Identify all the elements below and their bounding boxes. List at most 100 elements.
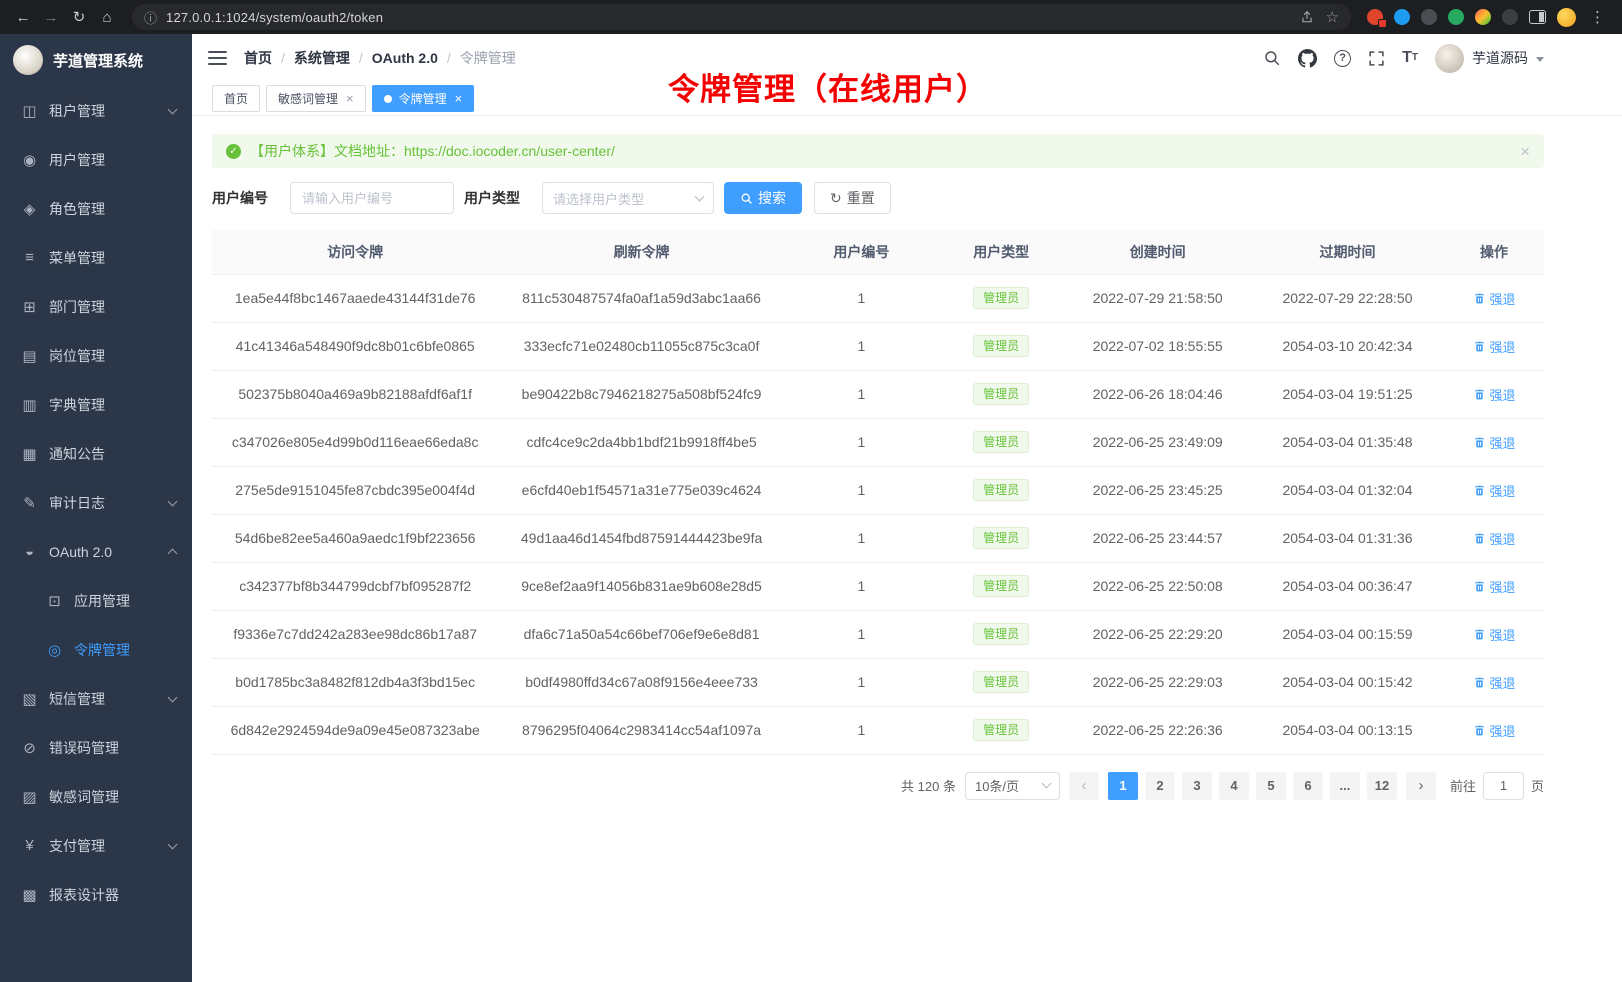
sidebar-item-dept[interactable]: ⊞部门管理	[0, 282, 192, 331]
access-token-cell: 54d6be82ee5a460a9aedc1f9bf223656	[212, 514, 498, 562]
reset-button[interactable]: ↻ 重置	[814, 182, 891, 214]
refresh-token-cell: be90422b8c7946218275a508bf524fc9	[498, 370, 784, 418]
sidebar-item-menu[interactable]: ≡菜单管理	[0, 233, 192, 282]
force-logout-button[interactable]: 强退	[1473, 481, 1516, 500]
sidebar-item-label: 审计日志	[49, 493, 158, 513]
alert-close-icon[interactable]: ×	[1520, 143, 1530, 160]
collapse-sidebar-icon[interactable]	[208, 51, 227, 65]
breadcrumb-item[interactable]: 首页	[244, 48, 272, 68]
force-logout-button[interactable]: 强退	[1473, 529, 1516, 548]
sidebar-item-notice[interactable]: ▦通知公告	[0, 429, 192, 478]
notice-icon: ▦	[21, 445, 38, 463]
fullscreen-icon[interactable]	[1368, 50, 1385, 67]
sidebar-item-dict[interactable]: ▥字典管理	[0, 380, 192, 429]
bookmark-star-icon[interactable]: ☆	[1326, 8, 1339, 26]
sidebar-item-report-designer[interactable]: ▩报表设计器	[0, 870, 192, 919]
sidebar-item-user[interactable]: ◉用户管理	[0, 135, 192, 184]
user-menu[interactable]: 芋道源码	[1435, 44, 1544, 73]
sidebar-item-audit-log[interactable]: ✎ 审计日志	[0, 478, 192, 527]
force-logout-button[interactable]: 强退	[1473, 433, 1516, 452]
sidebar-item-oauth2-token[interactable]: ◎令牌管理	[0, 625, 192, 674]
force-logout-button[interactable]: 强退	[1473, 337, 1516, 356]
sidebar-item-oauth2[interactable]: ◒OAuth 2.0	[0, 527, 192, 576]
role-icon: ◈	[21, 200, 38, 218]
sidebar-item-oauth2-app[interactable]: ⊡应用管理	[0, 576, 192, 625]
extension-icon[interactable]	[1502, 9, 1518, 25]
goto-page-input[interactable]	[1483, 772, 1524, 800]
user-id-input[interactable]	[290, 182, 454, 214]
extension-badge	[1378, 19, 1387, 28]
force-logout-button[interactable]: 强退	[1473, 577, 1516, 596]
tab-close-icon[interactable]: ×	[346, 92, 354, 105]
audit-icon: ✎	[21, 494, 38, 512]
force-logout-button[interactable]: 强退	[1473, 625, 1516, 644]
page-button-2[interactable]: 2	[1145, 772, 1175, 800]
github-icon[interactable]	[1298, 49, 1317, 68]
tab-home[interactable]: 首页	[212, 85, 260, 112]
page-button-12[interactable]: 12	[1367, 772, 1397, 800]
split-view-icon[interactable]	[1529, 10, 1546, 24]
sidebar-item-pay[interactable]: ¥支付管理	[0, 821, 192, 870]
page-button-1[interactable]: 1	[1108, 772, 1138, 800]
app-frame: 芋道管理系统 ◫租户管理◉用户管理◈角色管理≡菜单管理⊞部门管理▤岗位管理▥字典…	[0, 34, 1622, 982]
font-size-icon[interactable]: TT	[1402, 50, 1418, 66]
share-icon[interactable]	[1300, 10, 1314, 24]
user-type-select[interactable]: 请选择用户类型	[542, 182, 714, 214]
page-more-button[interactable]: ...	[1330, 772, 1360, 800]
user-type-cell: 管理员	[938, 466, 1065, 514]
sidebar-item-sms[interactable]: ▧短信管理	[0, 674, 192, 723]
alert-prefix: 【用户体系】文档地址：	[250, 143, 404, 159]
page-size-select[interactable]: 10条/页	[965, 772, 1060, 800]
delete-icon	[1473, 676, 1486, 689]
oauth-icon: ◒	[21, 543, 38, 560]
table-row: c342377bf8b344799dcbf7bf095287f29ce8ef2a…	[212, 562, 1544, 610]
user-id-cell: 1	[785, 322, 938, 370]
sidebar-item-post[interactable]: ▤岗位管理	[0, 331, 192, 380]
extension-icon[interactable]	[1367, 9, 1383, 25]
extension-icon[interactable]	[1475, 9, 1491, 25]
tab-sensitive-word[interactable]: 敏感词管理×	[266, 85, 366, 112]
extension-icon[interactable]	[1394, 9, 1410, 25]
page-button-4[interactable]: 4	[1219, 772, 1249, 800]
expire-time-cell: 2054-03-04 19:51:25	[1251, 370, 1444, 418]
search-button[interactable]: 搜索	[724, 182, 802, 214]
search-icon[interactable]	[1263, 49, 1281, 67]
sidebar-item-role[interactable]: ◈角色管理	[0, 184, 192, 233]
create-time-cell: 2022-06-25 22:29:20	[1064, 610, 1250, 658]
site-info-icon[interactable]: ⓘ	[144, 8, 157, 27]
browser-back-icon[interactable]: ←	[10, 4, 36, 30]
tab-token[interactable]: 令牌管理×	[372, 85, 475, 112]
extension-icon[interactable]	[1448, 9, 1464, 25]
browser-reload-icon[interactable]: ↻	[66, 4, 92, 30]
extension-icon[interactable]	[1421, 9, 1437, 25]
tab-close-icon[interactable]: ×	[455, 92, 463, 105]
page-button-6[interactable]: 6	[1293, 772, 1323, 800]
prev-page-button[interactable]: ‹	[1069, 772, 1099, 800]
sidebar-item-error-code[interactable]: ⊘错误码管理	[0, 723, 192, 772]
page-button-5[interactable]: 5	[1256, 772, 1286, 800]
breadcrumb-item[interactable]: OAuth 2.0	[372, 50, 438, 66]
sidebar-item-sensitive-word[interactable]: ▨敏感词管理	[0, 772, 192, 821]
pay-icon: ¥	[21, 837, 38, 854]
dept-icon: ⊞	[21, 298, 38, 316]
browser-forward-icon[interactable]: →	[38, 4, 64, 30]
breadcrumb-item[interactable]: 系统管理	[294, 48, 350, 68]
force-logout-button[interactable]: 强退	[1473, 385, 1516, 404]
browser-profile-avatar[interactable]	[1557, 8, 1576, 27]
force-logout-button[interactable]: 强退	[1473, 673, 1516, 692]
action-cell: 强退	[1444, 322, 1544, 370]
address-bar[interactable]: ⓘ 127.0.0.1:1024/system/oauth2/token ☆	[132, 4, 1351, 30]
force-logout-button[interactable]: 强退	[1473, 721, 1516, 740]
force-logout-button[interactable]: 强退	[1473, 289, 1516, 308]
doc-link[interactable]: https://doc.iocoder.cn/user-center/	[404, 143, 615, 159]
goto-page: 前往 页	[1450, 772, 1544, 800]
next-page-button[interactable]: ›	[1406, 772, 1436, 800]
app-logo-area[interactable]: 芋道管理系统	[0, 34, 192, 86]
access-token-cell: c342377bf8b344799dcbf7bf095287f2	[212, 562, 498, 610]
delete-icon	[1473, 532, 1486, 545]
help-icon[interactable]: ?	[1334, 50, 1351, 67]
browser-home-icon[interactable]: ⌂	[94, 4, 120, 30]
sidebar-item-tenant[interactable]: ◫租户管理	[0, 86, 192, 135]
browser-menu-icon[interactable]: ⋮	[1587, 8, 1608, 26]
page-button-3[interactable]: 3	[1182, 772, 1212, 800]
